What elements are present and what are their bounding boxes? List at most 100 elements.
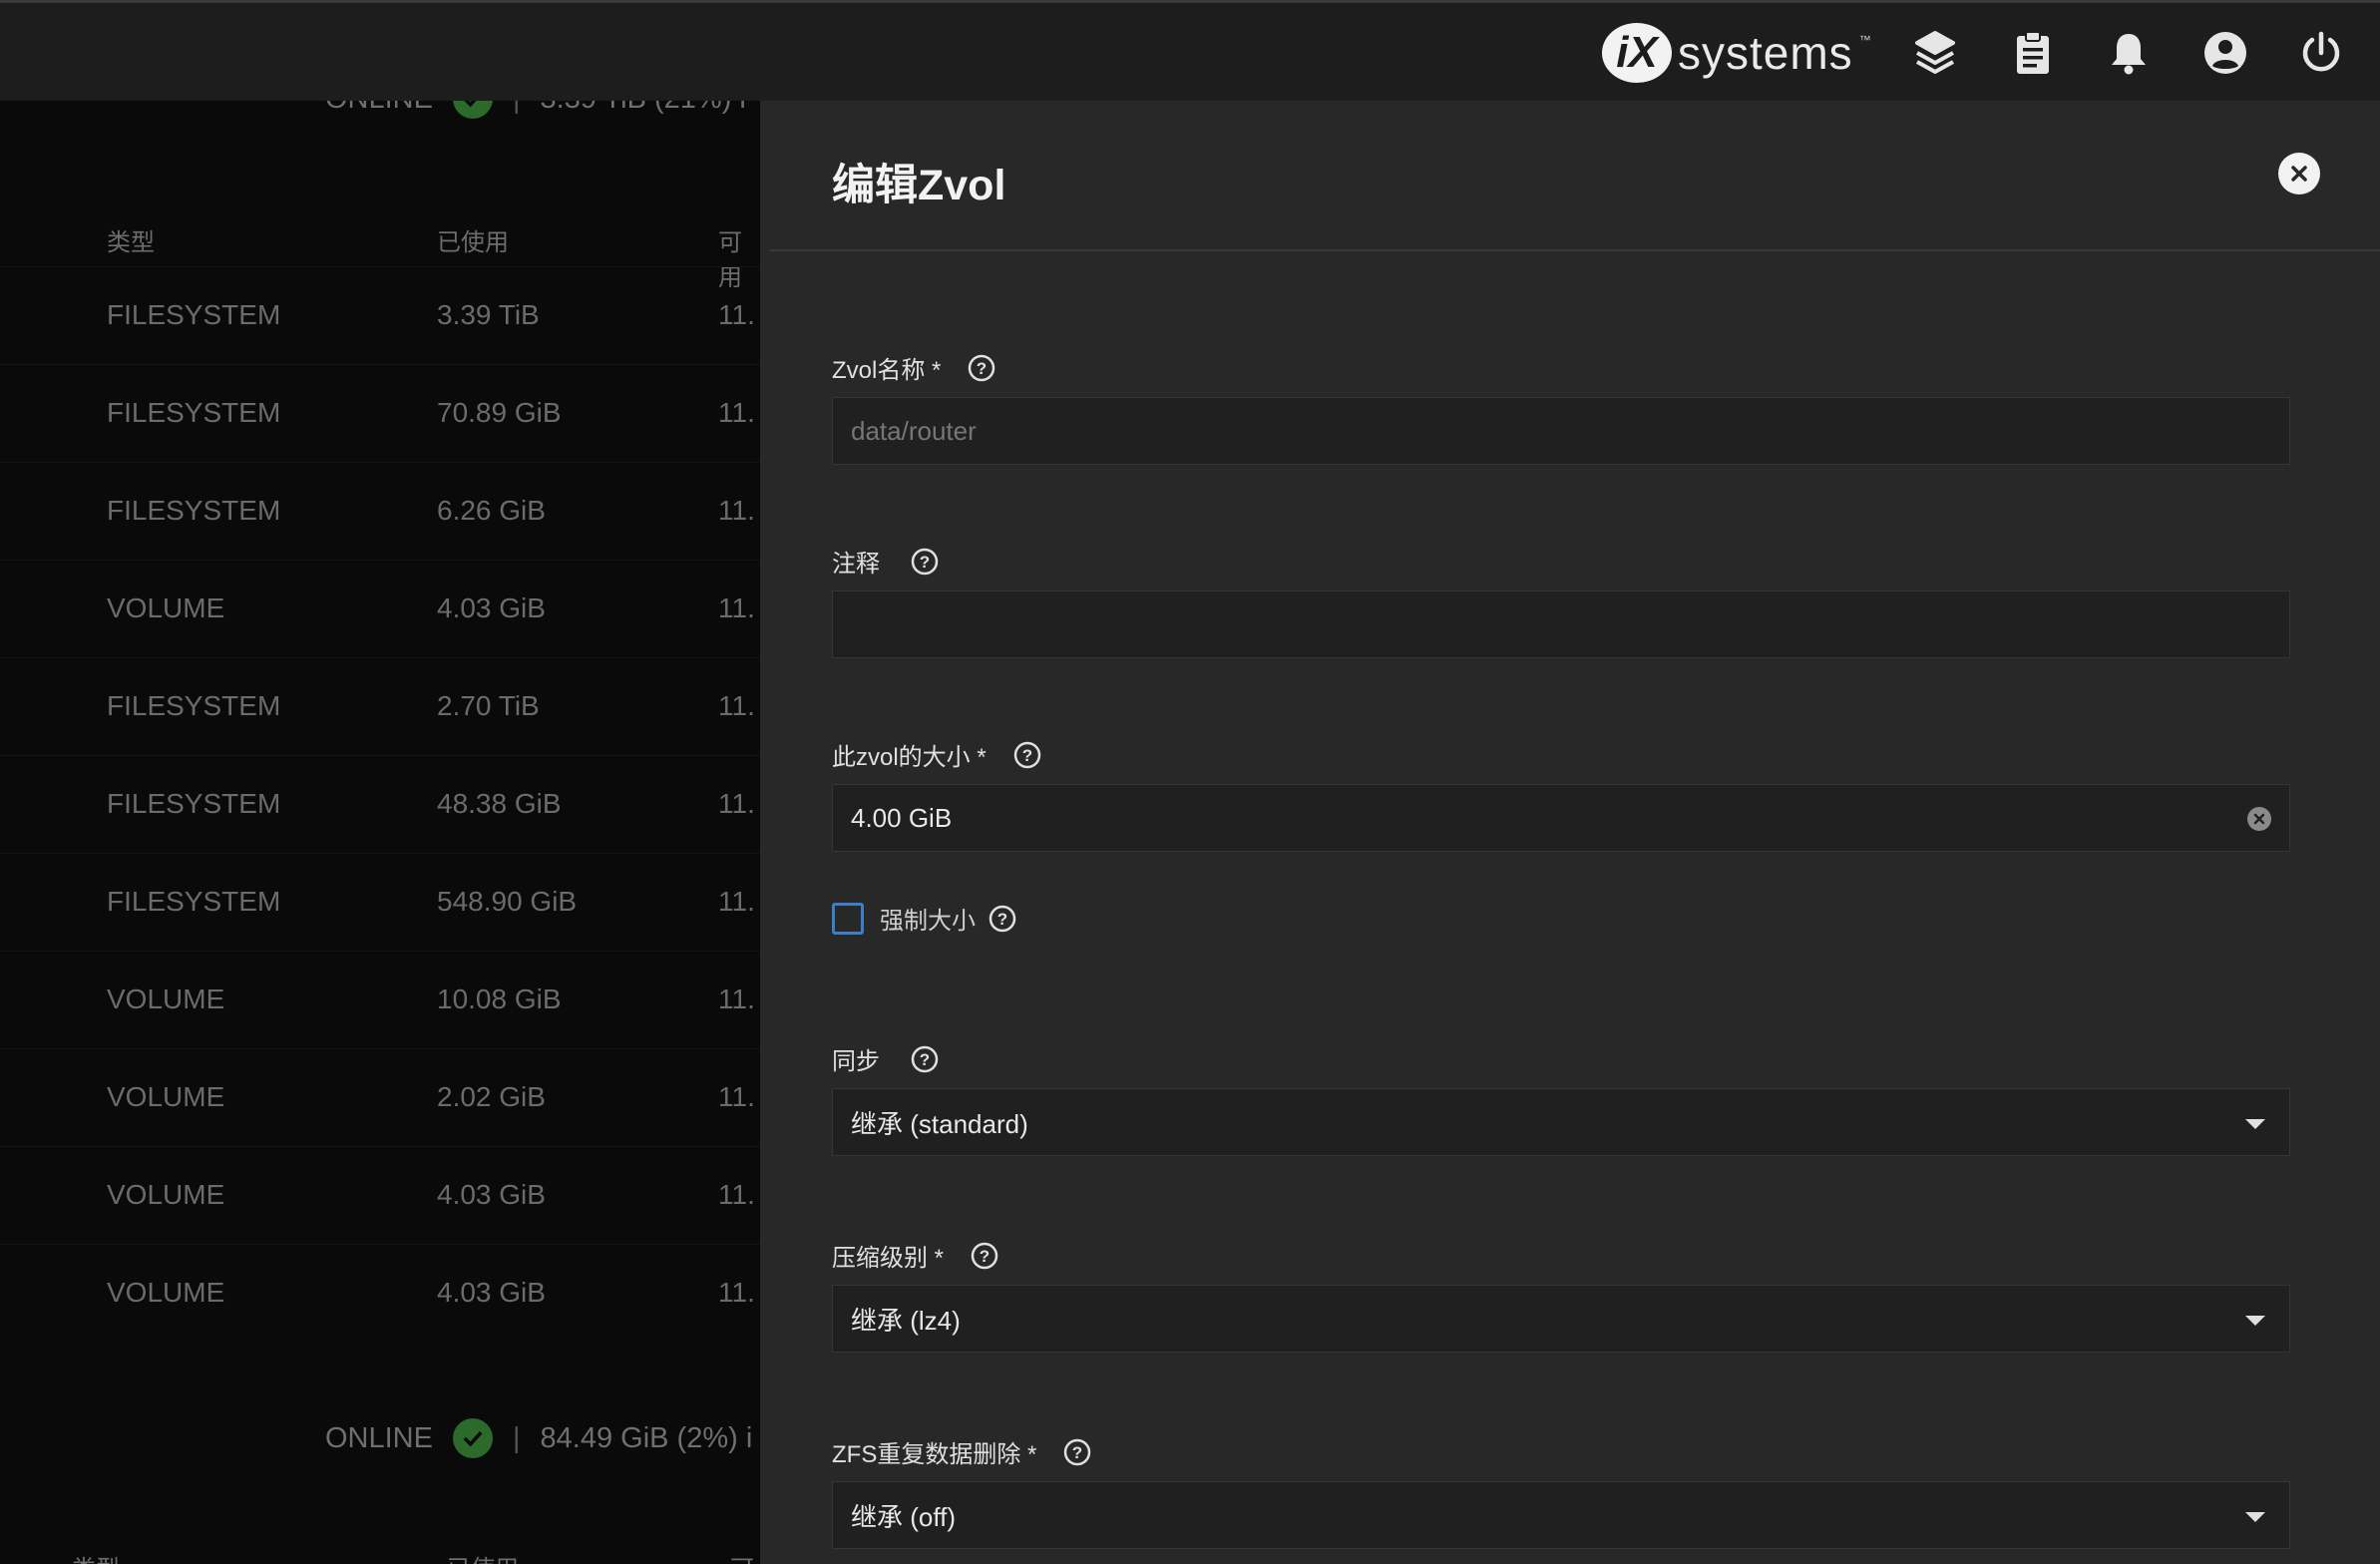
- help-icon[interactable]: ?: [910, 1044, 940, 1074]
- pool-status-bottom: ONLINE | 84.49 GiB (2%) i: [325, 1418, 752, 1458]
- row-used-cell: 6.26 GiB: [437, 495, 546, 526]
- row-available-cell: 11.: [718, 592, 755, 623]
- sync-label: 同步 ?: [832, 1041, 940, 1076]
- help-icon[interactable]: ?: [970, 1241, 999, 1271]
- help-icon[interactable]: ?: [1062, 1437, 1092, 1467]
- row-type-cell: VOLUME: [107, 983, 225, 1014]
- svg-text:?: ?: [1021, 746, 1031, 765]
- panel-divider: [770, 249, 2380, 251]
- help-icon[interactable]: ?: [967, 353, 996, 383]
- row-used-cell: 70.89 GiB: [437, 397, 562, 428]
- table-row[interactable]: FILESYSTEM 3.39 TiB 11.: [0, 266, 760, 364]
- row-used-cell: 4.03 GiB: [437, 1277, 546, 1308]
- row-used-cell: 4.03 GiB: [437, 592, 546, 623]
- comment-label-text: 注释: [832, 551, 880, 578]
- separator: |: [513, 101, 521, 116]
- table-row[interactable]: FILESYSTEM 2.70 TiB 11.: [0, 657, 760, 755]
- pool-usage-text: 3.39 TiB (21%) i: [541, 101, 746, 116]
- row-available-cell: 11.: [718, 690, 755, 721]
- row-available-cell: 11.: [718, 1179, 755, 1210]
- row-type-cell: FILESYSTEM: [107, 299, 281, 330]
- row-available-cell: 11.: [718, 397, 755, 428]
- ixsystems-logo[interactable]: iX systems ™: [1602, 21, 1871, 85]
- help-icon[interactable]: ?: [1012, 740, 1042, 770]
- close-icon[interactable]: [2278, 153, 2320, 195]
- compression-select[interactable]: 继承 (lz4): [832, 1285, 2290, 1353]
- row-available-cell: 11.: [718, 886, 755, 917]
- svg-text:?: ?: [1072, 1443, 1082, 1462]
- power-icon[interactable]: [2295, 27, 2347, 79]
- sync-selected-value: 继承 (standard): [851, 1108, 1028, 1139]
- compression-selected-value: 继承 (lz4): [851, 1305, 961, 1336]
- comment-input[interactable]: [832, 590, 2290, 658]
- row-used-cell: 3.39 TiB: [437, 299, 540, 330]
- edit-zvol-panel: 编辑Zvol Zvol名称 * ? data/router 注释 ? 此zvol…: [760, 101, 2380, 1564]
- column-header-available[interactable]: 可用: [730, 1549, 760, 1564]
- panel-title: 编辑Zvol: [832, 162, 1006, 209]
- help-icon[interactable]: ?: [910, 547, 940, 577]
- dedup-select[interactable]: 继承 (off): [832, 1481, 2290, 1549]
- column-header-used[interactable]: 已使用: [447, 1549, 519, 1564]
- row-type-cell: VOLUME: [107, 592, 225, 623]
- clear-icon[interactable]: [2247, 807, 2271, 831]
- zvol-name-input[interactable]: data/router: [832, 397, 2290, 465]
- truecommand-icon[interactable]: [1909, 27, 1961, 79]
- zvol-size-value: 4.00 GiB: [851, 802, 953, 833]
- zvol-name-label-text: Zvol名称 *: [832, 357, 942, 384]
- row-available-cell: 11.: [718, 1081, 755, 1112]
- check-circle-icon: [452, 1418, 493, 1458]
- zvol-size-input[interactable]: 4.00 GiB: [832, 784, 2290, 852]
- row-type-cell: FILESYSTEM: [107, 397, 281, 428]
- row-used-cell: 4.03 GiB: [437, 1179, 546, 1210]
- logo-trademark: ™: [1858, 33, 1871, 47]
- help-icon[interactable]: ?: [988, 904, 1017, 934]
- table-row[interactable]: VOLUME 10.08 GiB 11.: [0, 951, 760, 1048]
- row-available-cell: 11.: [718, 495, 755, 526]
- dropdown-arrow-icon: [2245, 1119, 2265, 1129]
- svg-text:?: ?: [920, 553, 930, 572]
- row-available-cell: 11.: [718, 1277, 755, 1308]
- column-header-type[interactable]: 类型: [72, 1549, 120, 1564]
- table-row[interactable]: FILESYSTEM 548.90 GiB 11.: [0, 853, 760, 951]
- bell-icon[interactable]: [2103, 27, 2155, 79]
- pool-status-text: ONLINE: [325, 101, 433, 116]
- row-type-cell: FILESYSTEM: [107, 495, 281, 526]
- sync-select[interactable]: 继承 (standard): [832, 1088, 2290, 1156]
- dedup-label: ZFS重复数据删除 * ?: [832, 1434, 1092, 1469]
- clipboard-icon[interactable]: [2007, 27, 2059, 79]
- row-type-cell: VOLUME: [107, 1081, 225, 1112]
- table-header-bottom: 类型 已使用 可用: [0, 1527, 760, 1564]
- sync-label-text: 同步: [832, 1048, 880, 1075]
- svg-text:?: ?: [980, 1247, 990, 1266]
- column-header-type[interactable]: 类型: [107, 222, 155, 257]
- separator: |: [512, 1421, 521, 1454]
- pool-usage-text: 84.49 GiB (2%) i: [540, 1421, 753, 1454]
- row-available-cell: 11.: [718, 788, 755, 819]
- zvol-name-label: Zvol名称 * ?: [832, 350, 996, 385]
- force-size-label[interactable]: 强制大小: [880, 901, 976, 936]
- compression-label-text: 压缩级别 *: [832, 1245, 945, 1272]
- row-type-cell: FILESYSTEM: [107, 886, 281, 917]
- column-header-used[interactable]: 已使用: [437, 222, 509, 257]
- ix-logo-mark: iX: [1602, 23, 1672, 83]
- dataset-table-background: ONLINE | 3.39 TiB (21%) i 类型 已使用 可用 FILE…: [0, 101, 760, 1564]
- table-row[interactable]: VOLUME 4.03 GiB 11.: [0, 1244, 760, 1342]
- table-row[interactable]: VOLUME 2.02 GiB 11.: [0, 1048, 760, 1146]
- table-row[interactable]: VOLUME 4.03 GiB 11.: [0, 560, 760, 657]
- account-icon[interactable]: [2199, 27, 2251, 79]
- row-type-cell: VOLUME: [107, 1277, 225, 1308]
- top-bar: iX systems ™: [0, 0, 2380, 101]
- table-row[interactable]: FILESYSTEM 48.38 GiB 11.: [0, 755, 760, 853]
- dedup-label-text: ZFS重复数据删除 *: [832, 1441, 1037, 1468]
- force-size-checkbox[interactable]: [832, 902, 864, 935]
- pool-status-text: ONLINE: [325, 1421, 433, 1454]
- logo-text: systems: [1678, 27, 1853, 79]
- table-row[interactable]: VOLUME 4.03 GiB 11.: [0, 1146, 760, 1244]
- row-type-cell: FILESYSTEM: [107, 788, 281, 819]
- table-row[interactable]: FILESYSTEM 6.26 GiB 11.: [0, 462, 760, 560]
- svg-text:?: ?: [920, 1050, 930, 1069]
- pool-status-top: ONLINE | 3.39 TiB (21%) i: [325, 101, 746, 119]
- compression-label: 压缩级别 * ?: [832, 1238, 999, 1273]
- table-row[interactable]: FILESYSTEM 70.89 GiB 11.: [0, 364, 760, 462]
- dropdown-arrow-icon: [2245, 1512, 2265, 1522]
